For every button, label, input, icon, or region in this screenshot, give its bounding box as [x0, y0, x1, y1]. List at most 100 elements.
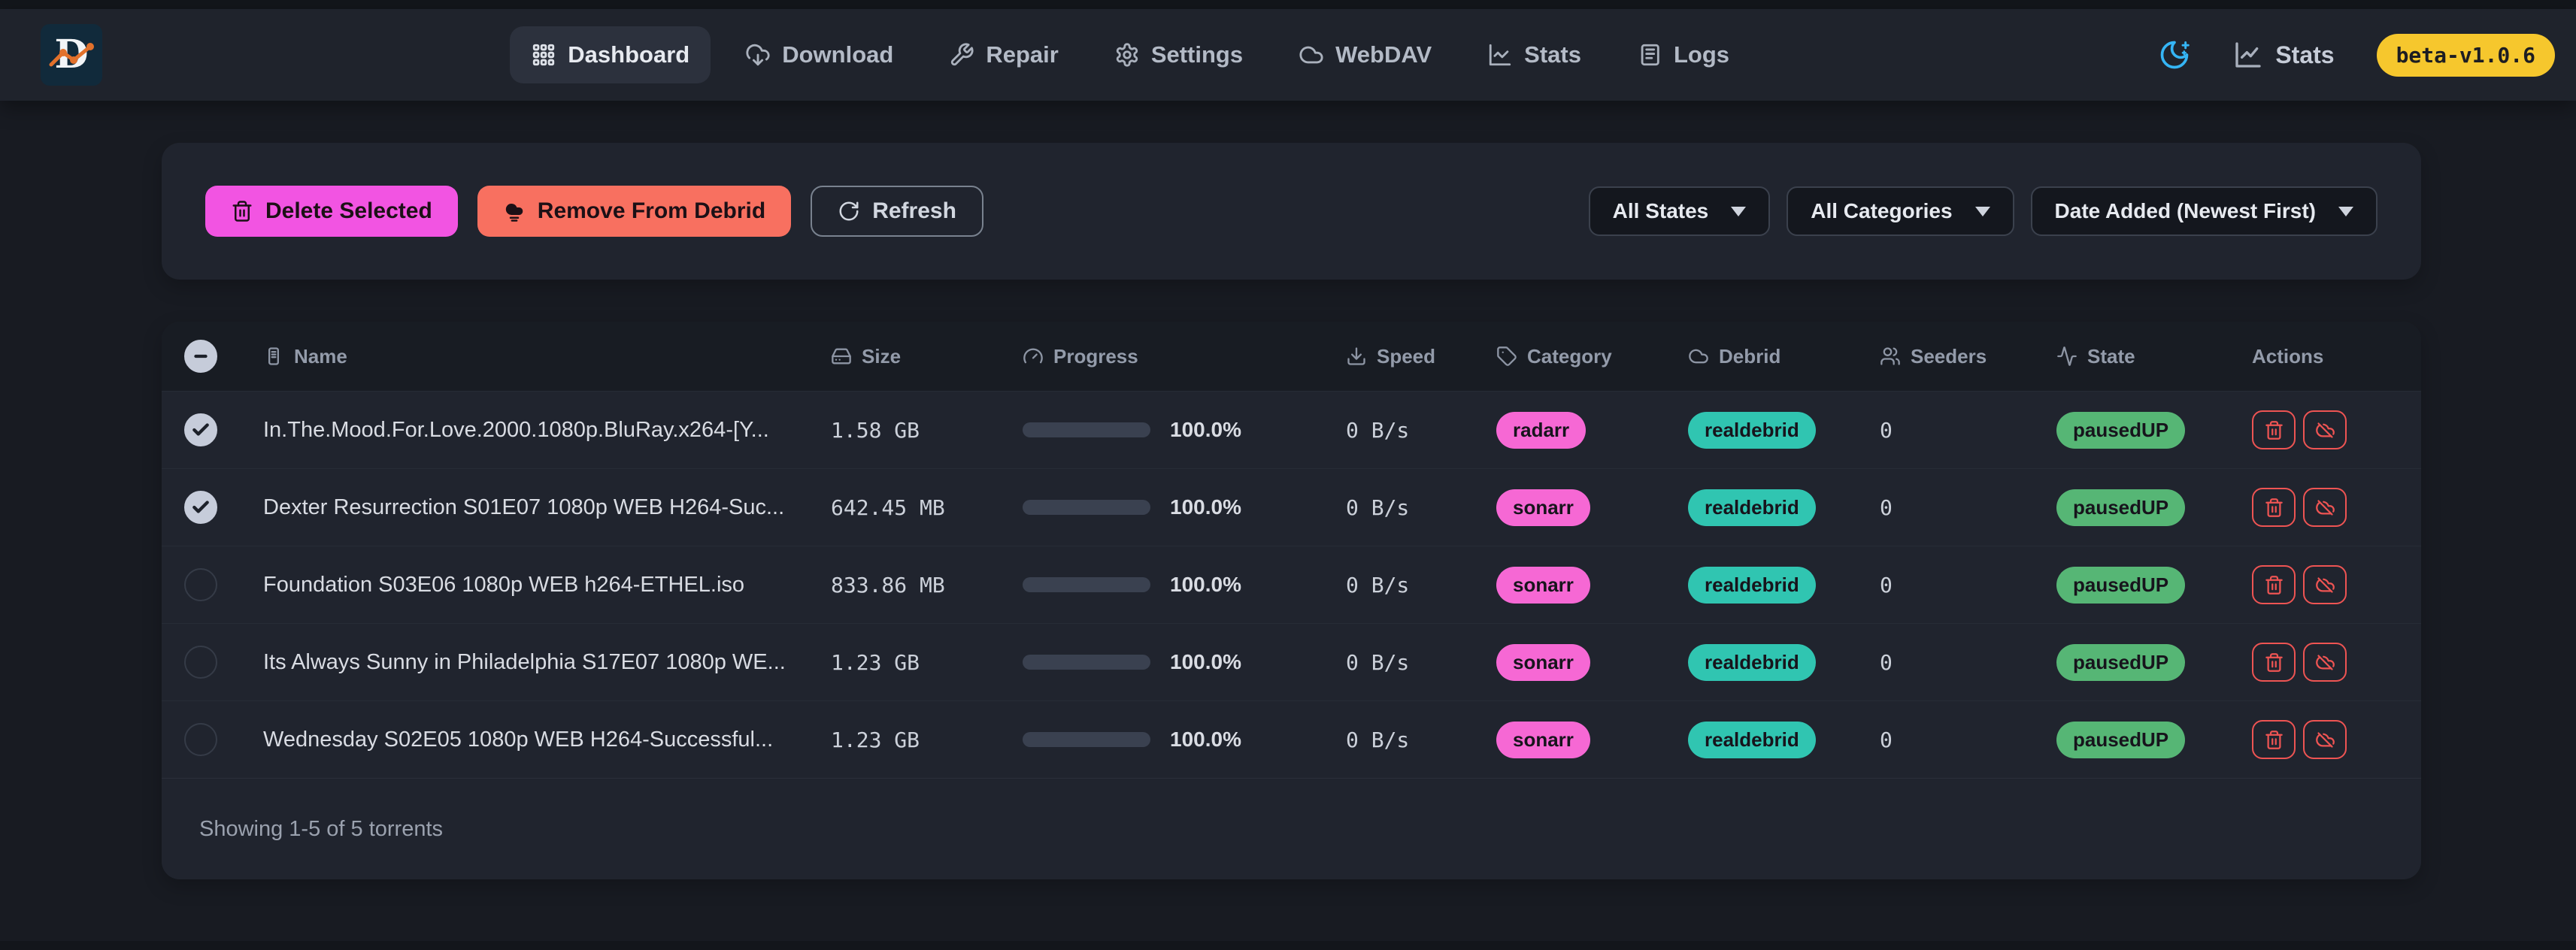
wrench-icon	[949, 42, 974, 68]
debrid-badge: realdebrid	[1688, 412, 1816, 449]
remove-debrid-button[interactable]	[2303, 643, 2347, 682]
top-edge	[0, 0, 2576, 9]
grid-icon	[531, 42, 556, 68]
tab-webdav[interactable]: WebDAV	[1277, 26, 1453, 83]
delete-torrent-button[interactable]	[2252, 410, 2296, 449]
remove-debrid-button[interactable]	[2303, 488, 2347, 527]
stats-link[interactable]: Stats	[2233, 40, 2334, 70]
state-badge: pausedUP	[2056, 644, 2185, 681]
progress-cell: 100.0%	[1023, 573, 1346, 597]
remove-from-debrid-button[interactable]: Remove From Debrid	[477, 186, 791, 237]
table-row: In.The.Mood.For.Love.2000.1080p.BluRay.x…	[162, 391, 2421, 468]
refresh-icon	[838, 200, 860, 222]
progress-cell: 100.0%	[1023, 418, 1346, 442]
remove-debrid-button[interactable]	[2303, 565, 2347, 604]
tab-label: Repair	[986, 41, 1058, 68]
progress-percent: 100.0%	[1170, 495, 1241, 519]
progress-cell: 100.0%	[1023, 650, 1346, 674]
tab-label: Stats	[1524, 41, 1581, 68]
line-chart-icon	[2233, 40, 2263, 70]
torrent-size: 1.23 GB	[831, 650, 1023, 675]
torrent-size: 1.23 GB	[831, 728, 1023, 752]
trash-icon	[2264, 730, 2284, 750]
table-row: Foundation S03E06 1080p WEB h264-ETHEL.i…	[162, 546, 2421, 623]
refresh-button[interactable]: Refresh	[811, 186, 983, 237]
sort-filter[interactable]: Date Added (Newest First)	[2031, 186, 2377, 236]
pagination-summary: Showing 1-5 of 5 torrents	[199, 817, 443, 842]
logo-chart-icon	[48, 42, 95, 72]
row-checkbox[interactable]	[184, 723, 217, 756]
version-badge: beta-v1.0.6	[2377, 34, 2555, 77]
download-icon	[1346, 346, 1367, 367]
app-screen: D Dashboard Download	[0, 0, 2576, 950]
torrent-size: 1.58 GB	[831, 418, 1023, 443]
hard-drive-icon	[831, 346, 852, 367]
delete-selected-button[interactable]: Delete Selected	[205, 186, 458, 237]
cloud-off-icon	[2315, 730, 2335, 750]
chevron-down-icon	[1731, 207, 1746, 216]
chevron-down-icon	[1975, 207, 1990, 216]
cloud-off-icon	[2315, 575, 2335, 595]
table-footer: Showing 1-5 of 5 torrents	[162, 778, 2421, 879]
remove-debrid-button[interactable]	[2303, 720, 2347, 759]
delete-torrent-button[interactable]	[2252, 488, 2296, 527]
col-size: Size	[831, 345, 1023, 368]
debrid-badge: realdebrid	[1688, 644, 1816, 681]
progress-bar	[1023, 500, 1150, 515]
col-actions: Actions	[2252, 345, 2399, 368]
filters: All States All Categories Date Added (Ne…	[1589, 186, 2377, 236]
col-category: Category	[1496, 345, 1688, 368]
button-label: Remove From Debrid	[538, 198, 765, 224]
col-speed: Speed	[1346, 345, 1496, 368]
theme-toggle-button[interactable]	[2158, 38, 2191, 71]
nav-tabs: Dashboard Download Repair Settings	[102, 26, 2158, 83]
state-filter[interactable]: All States	[1589, 186, 1771, 236]
category-filter[interactable]: All Categories	[1787, 186, 2014, 236]
delete-torrent-button[interactable]	[2252, 643, 2296, 682]
activity-icon	[2056, 346, 2077, 367]
app-logo[interactable]: D	[41, 24, 102, 86]
progress-bar	[1023, 577, 1150, 592]
tab-settings[interactable]: Settings	[1093, 26, 1264, 83]
progress-cell: 100.0%	[1023, 495, 1346, 519]
tab-logs[interactable]: Logs	[1616, 26, 1750, 83]
tab-download[interactable]: Download	[724, 26, 914, 83]
filter-value: All States	[1613, 199, 1709, 223]
tab-label: Download	[782, 41, 893, 68]
nav-right: Stats beta-v1.0.6	[2158, 34, 2561, 77]
tab-dashboard[interactable]: Dashboard	[510, 26, 711, 83]
select-all-checkbox[interactable]	[184, 340, 217, 373]
remove-debrid-button[interactable]	[2303, 410, 2347, 449]
torrent-name: In.The.Mood.For.Love.2000.1080p.BluRay.x…	[263, 418, 831, 443]
table-header: Name Size Progress Speed Category Debrid	[162, 322, 2421, 391]
category-badge: radarr	[1496, 412, 1586, 449]
tab-stats[interactable]: Stats	[1466, 26, 1602, 83]
row-checkbox[interactable]	[184, 568, 217, 601]
row-checkbox[interactable]	[184, 646, 217, 679]
torrent-name: Its Always Sunny in Philadelphia S17E07 …	[263, 650, 831, 675]
row-checkbox[interactable]	[184, 491, 217, 524]
trash-icon	[231, 200, 253, 222]
moon-stars-icon	[2158, 38, 2191, 71]
torrent-speed: 0 B/s	[1346, 728, 1496, 752]
state-badge: pausedUP	[2056, 567, 2185, 604]
cloud-off-icon	[2315, 652, 2335, 673]
cloud-off-icon	[2315, 420, 2335, 440]
state-badge: pausedUP	[2056, 722, 2185, 758]
tab-label: Logs	[1674, 41, 1729, 68]
tab-repair[interactable]: Repair	[928, 26, 1079, 83]
torrent-name: Dexter Resurrection S01E07 1080p WEB H26…	[263, 495, 831, 520]
row-checkbox[interactable]	[184, 413, 217, 446]
torrent-name: Foundation S03E06 1080p WEB h264-ETHEL.i…	[263, 573, 831, 598]
filter-value: All Categories	[1811, 199, 1952, 223]
delete-torrent-button[interactable]	[2252, 565, 2296, 604]
row-actions	[2252, 720, 2399, 759]
torrent-size: 642.45 MB	[831, 495, 1023, 520]
row-actions	[2252, 410, 2399, 449]
col-name: Name	[263, 345, 831, 368]
delete-torrent-button[interactable]	[2252, 720, 2296, 759]
progress-percent: 100.0%	[1170, 650, 1241, 674]
tab-label: Dashboard	[568, 41, 689, 68]
col-debrid: Debrid	[1688, 345, 1880, 368]
torrent-seeders: 0	[1880, 573, 2056, 598]
